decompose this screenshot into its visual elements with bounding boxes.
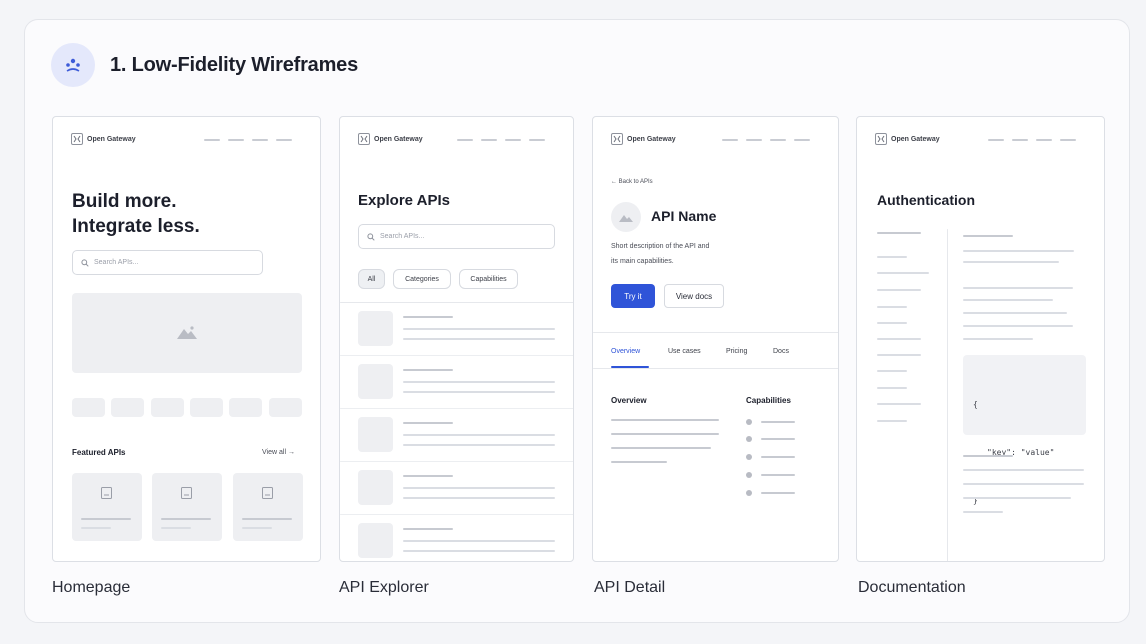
search-input[interactable]: Search APIs... (72, 250, 263, 275)
category-chip[interactable] (151, 398, 184, 417)
logo-icon (875, 133, 887, 145)
search-icon (367, 232, 375, 241)
nav-menu[interactable] (204, 139, 292, 141)
logo-text: Open Gateway (891, 135, 940, 143)
doc-icon (181, 487, 192, 499)
documentation-frame[interactable]: Open Gateway Authentication { "key": "va… (856, 116, 1105, 562)
hero-image-placeholder (72, 293, 302, 373)
logo-icon (358, 133, 370, 145)
category-chip[interactable] (72, 398, 105, 417)
nav-menu[interactable] (722, 139, 810, 141)
brand-logo[interactable]: Open Gateway (611, 133, 676, 145)
frame-caption-homepage: Homepage (52, 579, 131, 596)
category-chip[interactable] (229, 398, 262, 417)
code-sample: { "key": "value" } (963, 355, 1086, 505)
api-explorer-frame[interactable]: Open Gateway Explore APIs Search APIs...… (339, 116, 574, 562)
frame-caption-api-explorer: API Explorer (339, 579, 429, 596)
search-input[interactable]: Search APIs... (358, 224, 555, 249)
logo-icon (611, 133, 623, 145)
api-description-2: its main capabilities. (611, 258, 674, 265)
nav-menu[interactable] (988, 139, 1076, 141)
api-description-1: Short description of the API and (611, 243, 710, 250)
doc-icon (262, 487, 273, 499)
featured-api-card[interactable] (233, 473, 303, 541)
view-all-link[interactable]: View all → (262, 449, 295, 456)
image-icon (619, 215, 633, 222)
hero-headline-1: Build more. (72, 191, 177, 212)
api-avatar (611, 202, 641, 232)
category-chip[interactable] (190, 398, 223, 417)
filter-categories[interactable]: Categories (393, 269, 451, 289)
try-it-button[interactable]: Try it (611, 284, 655, 308)
logo-icon (71, 133, 83, 145)
brand-logo[interactable]: Open Gateway (875, 133, 940, 145)
category-chip[interactable] (269, 398, 302, 417)
featured-api-card[interactable] (72, 473, 142, 541)
filter-all[interactable]: All (358, 269, 385, 289)
logo-text: Open Gateway (374, 135, 423, 143)
capabilities-heading: Capabilities (746, 396, 791, 405)
api-name: API Name (651, 208, 717, 224)
featured-apis-title: Featured APIs (72, 448, 126, 457)
brand-logo[interactable]: Open Gateway (71, 133, 136, 145)
brand-logo[interactable]: Open Gateway (358, 133, 423, 145)
api-detail-frame[interactable]: Open Gateway ← Back to APIs API Name Sho… (592, 116, 839, 562)
featured-api-card[interactable] (152, 473, 222, 541)
search-icon (81, 258, 89, 267)
filter-capabilities[interactable]: Capabilities (459, 269, 518, 289)
tab-pricing[interactable]: Pricing (726, 348, 747, 355)
image-icon (177, 326, 197, 339)
nav-menu[interactable] (457, 139, 545, 141)
section-badge (51, 43, 95, 87)
back-to-apis-link[interactable]: ← Back to APIs (611, 179, 653, 185)
doc-icon (101, 487, 112, 499)
category-chip[interactable] (111, 398, 144, 417)
tab-overview[interactable]: Overview (611, 348, 640, 355)
search-placeholder: Search APIs... (380, 233, 425, 240)
section-title: 1. Low-Fidelity Wireframes (110, 54, 359, 76)
explorer-title: Explore APIs (358, 192, 450, 209)
logo-text: Open Gateway (627, 135, 676, 143)
code-close-brace: } (973, 496, 978, 505)
code-key-value: "key": "value" (987, 448, 1055, 457)
frame-caption-api-detail: API Detail (594, 579, 666, 596)
overview-heading: Overview (611, 396, 647, 405)
homepage-frame[interactable]: Open Gateway Build more. Integrate less.… (52, 116, 321, 562)
view-docs-button[interactable]: View docs (664, 284, 724, 308)
code-open-brace: { (973, 400, 978, 409)
docs-title: Authentication (877, 192, 975, 208)
people-group-icon (66, 58, 80, 72)
search-placeholder: Search APIs... (94, 259, 139, 266)
hero-headline-2: Integrate less. (72, 216, 200, 237)
logo-text: Open Gateway (87, 135, 136, 143)
tab-use-cases[interactable]: Use cases (668, 348, 701, 355)
tab-docs[interactable]: Docs (773, 348, 789, 355)
frame-caption-documentation: Documentation (858, 579, 966, 596)
